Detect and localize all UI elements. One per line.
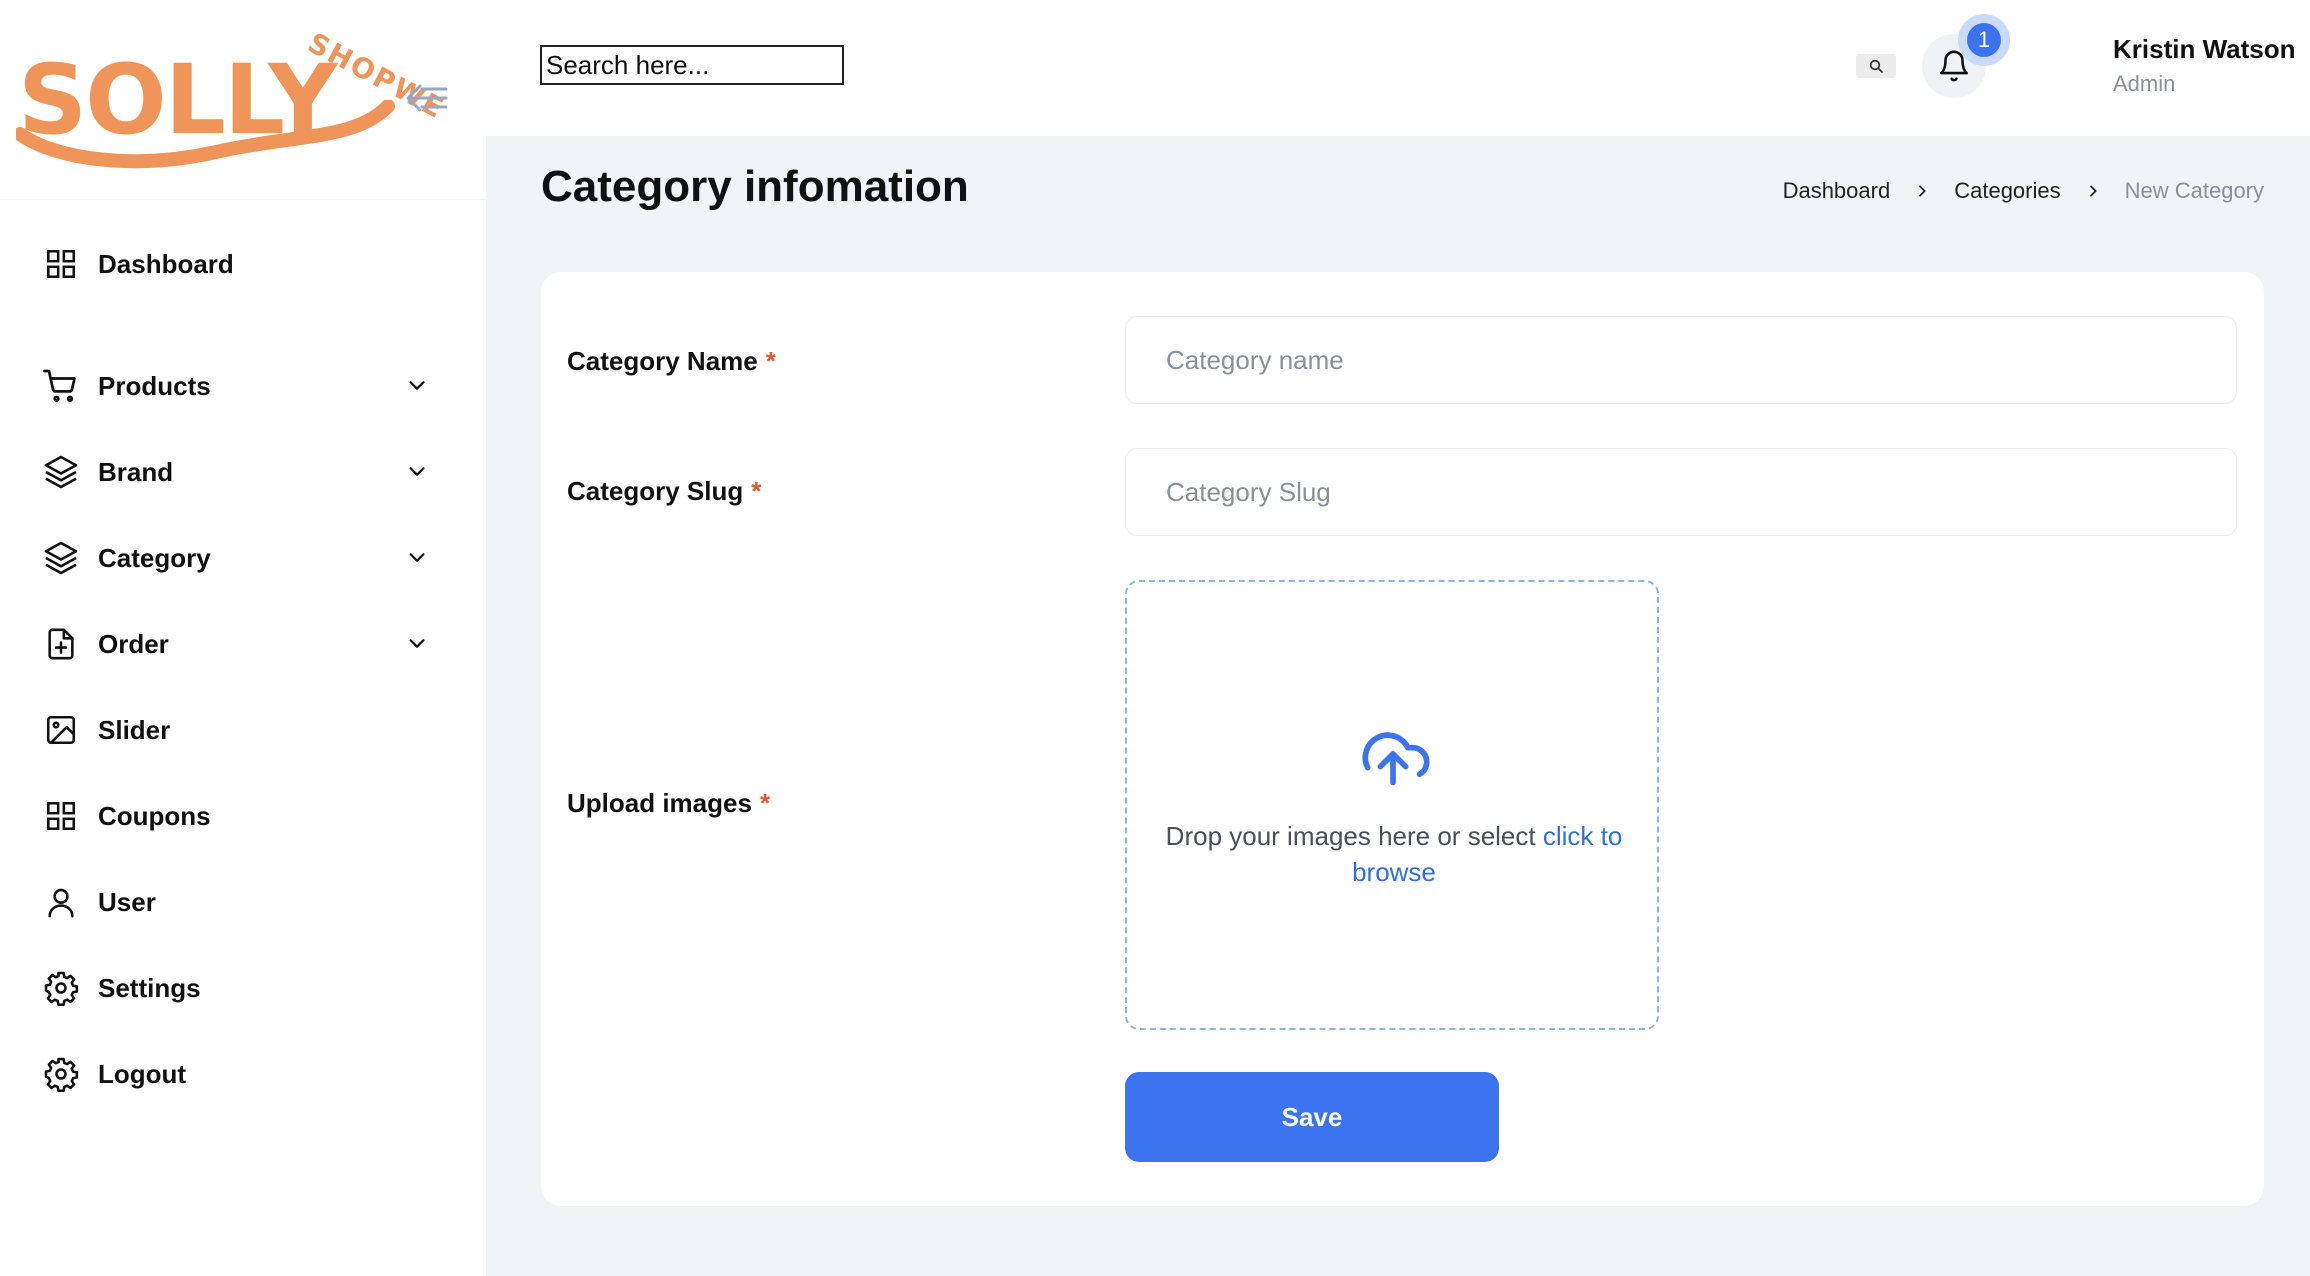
search-button[interactable] <box>1856 54 1896 78</box>
upload-images-label: Upload images * <box>567 788 771 818</box>
save-button[interactable]: Save <box>1125 1072 1499 1162</box>
sidebar-item-products[interactable]: Products <box>42 356 432 416</box>
required-mark: * <box>759 788 771 818</box>
layers-icon <box>42 539 80 577</box>
breadcrumb-categories[interactable]: Categories <box>1954 178 2060 204</box>
grid-icon <box>42 797 80 835</box>
user-name[interactable]: Kristin Watson <box>2113 34 2295 65</box>
sidebar-item-category[interactable]: Category <box>42 528 432 588</box>
sidebar-item-label: Dashboard <box>98 248 234 279</box>
chevron-right-icon <box>1914 183 1930 199</box>
sidebar-item-brand[interactable]: Brand <box>42 442 432 502</box>
gear-icon <box>42 969 80 1007</box>
logo-swoosh-icon <box>16 100 395 169</box>
sidebar: SHOPWE SOLLY Dashboard Products Brand Ca… <box>0 0 486 1276</box>
image-dropzone[interactable]: Drop your images here or select click to… <box>1125 580 1659 1030</box>
page-title: Category infomation <box>541 162 969 211</box>
image-icon <box>42 711 80 749</box>
chevron-down-icon[interactable] <box>402 542 432 572</box>
sidebar-item-slider[interactable]: Slider <box>42 700 432 760</box>
breadcrumb-dashboard[interactable]: Dashboard <box>1783 178 1891 204</box>
sidebar-item-dashboard[interactable]: Dashboard <box>42 234 432 294</box>
required-mark: * <box>751 476 762 506</box>
sidebar-item-label: Order <box>98 628 169 659</box>
breadcrumb: Dashboard Categories New Category <box>1783 178 2264 204</box>
sidebar-item-coupons[interactable]: Coupons <box>42 786 432 846</box>
dropzone-text: Drop your images here or select click to… <box>1165 821 1623 887</box>
category-name-label: Category Name * <box>567 346 776 376</box>
user-role: Admin <box>2113 71 2176 96</box>
category-slug-label: Category Slug * <box>567 476 762 506</box>
sidebar-item-label: Category <box>98 542 211 573</box>
breadcrumb-current: New Category <box>2124 178 2264 203</box>
sidebar-item-label: Slider <box>98 714 171 745</box>
sidebar-collapse-button[interactable] <box>404 78 450 118</box>
sidebar-item-user[interactable]: User <box>42 872 432 932</box>
gear-icon <box>42 1055 80 1093</box>
cart-icon <box>42 367 80 405</box>
chevron-down-icon[interactable] <box>402 370 432 400</box>
logo-area: SHOPWE SOLLY <box>0 0 486 200</box>
cloud-upload-icon <box>1362 732 1430 786</box>
arrow-collapse-left-icon <box>406 84 448 112</box>
required-mark: * <box>765 346 776 376</box>
sidebar-item-label: Settings <box>98 972 201 1003</box>
topbar: 1 Kristin Watson Admin <box>486 0 2310 136</box>
category-name-input[interactable] <box>1125 316 2237 404</box>
user-icon <box>42 883 80 921</box>
sidebar-item-label: Brand <box>98 456 174 487</box>
search-icon <box>1869 59 1883 73</box>
category-form-card: Category Name* Category Slug* Upload ima… <box>541 272 2264 1206</box>
sidebar-item-label: Coupons <box>98 800 211 831</box>
chevron-right-icon <box>2085 183 2101 199</box>
sidebar-item-logout[interactable]: Logout <box>42 1044 432 1104</box>
sidebar-item-settings[interactable]: Settings <box>42 958 432 1018</box>
file-plus-icon <box>42 625 80 663</box>
notification-count-badge: 1 <box>1967 23 2001 57</box>
chevron-down-icon[interactable] <box>402 628 432 658</box>
sidebar-item-order[interactable]: Order <box>42 614 432 674</box>
grid-icon <box>42 245 80 283</box>
sidebar-item-label: User <box>98 886 156 917</box>
layers-icon <box>42 453 80 491</box>
search-input[interactable] <box>540 45 844 85</box>
sidebar-item-label: Products <box>98 370 211 401</box>
chevron-down-icon[interactable] <box>402 456 432 486</box>
sidebar-item-label: Logout <box>98 1058 187 1089</box>
category-slug-input[interactable] <box>1125 448 2237 536</box>
